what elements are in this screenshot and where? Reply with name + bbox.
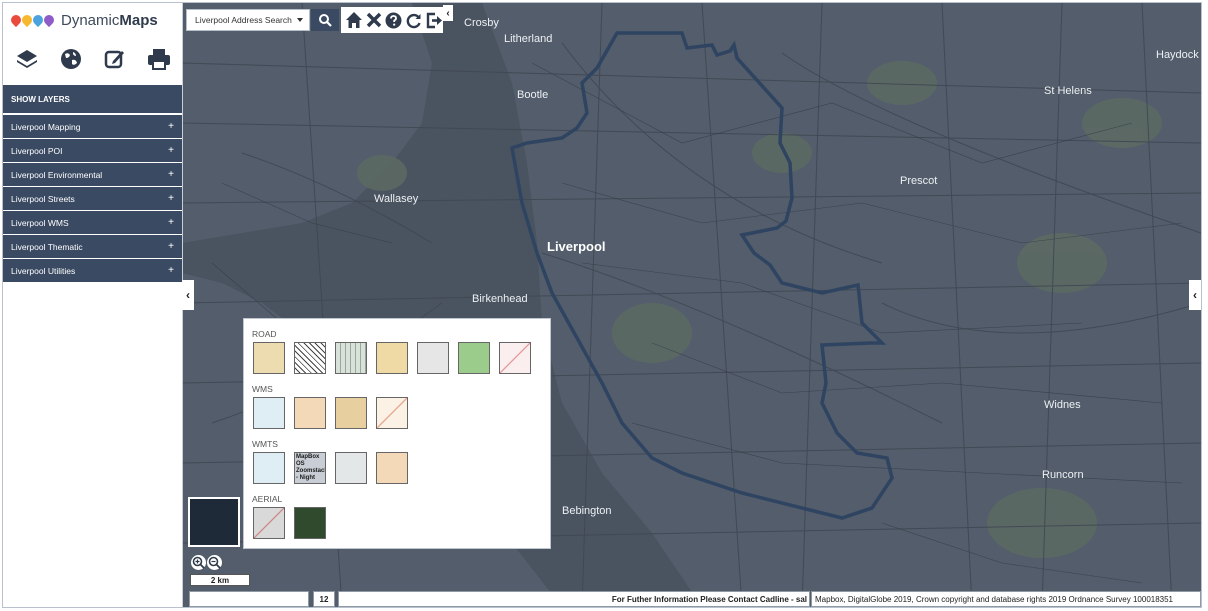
layer-label: Liverpool Mapping xyxy=(11,121,81,132)
basemap-tile[interactable] xyxy=(253,507,285,539)
basemap-tile[interactable] xyxy=(253,397,285,429)
basemap-tile[interactable] xyxy=(294,507,326,539)
layer-label: Liverpool Environmental xyxy=(11,169,103,180)
globe-icon[interactable] xyxy=(57,45,85,73)
place-label: Crosby xyxy=(464,17,499,29)
logo-pin xyxy=(41,12,57,28)
refresh-icon[interactable] xyxy=(405,11,422,29)
zoom-out-icon[interactable] xyxy=(207,555,222,570)
chevron-left-icon[interactable]: ‹ xyxy=(443,5,453,21)
search-button[interactable] xyxy=(311,9,339,31)
expand-icon[interactable]: + xyxy=(168,217,174,228)
basemap-tile[interactable] xyxy=(294,342,326,374)
expand-icon[interactable]: + xyxy=(168,241,174,252)
basemap-tile[interactable] xyxy=(499,342,531,374)
layer-label: Liverpool Streets xyxy=(11,193,75,204)
section-title: WMS xyxy=(252,384,273,394)
zoom-in-icon[interactable] xyxy=(191,555,206,570)
scale-bar: 2 km xyxy=(190,574,250,586)
layer-label: Liverpool WMS xyxy=(11,217,69,228)
expand-right-panel-button[interactable]: ‹ xyxy=(1189,280,1201,310)
coordinate-field xyxy=(189,591,309,607)
app-logo: DynamicMaps xyxy=(8,9,158,31)
layer-item[interactable]: Liverpool Environmental + xyxy=(3,163,182,187)
place-label: St Helens xyxy=(1044,85,1092,97)
basemap-tile[interactable] xyxy=(335,342,367,374)
basemap-tile[interactable] xyxy=(335,397,367,429)
map-toolbar xyxy=(341,7,443,33)
expand-icon[interactable]: + xyxy=(168,169,174,180)
place-label: Bootle xyxy=(517,89,549,101)
print-icon[interactable] xyxy=(145,45,173,73)
basemap-tile[interactable] xyxy=(376,342,408,374)
logo-text: DynamicMaps xyxy=(61,11,158,29)
search-value: Liverpool Address Search xyxy=(195,15,292,25)
overview-map[interactable] xyxy=(188,497,240,547)
place-label: Widnes xyxy=(1044,399,1081,411)
place-label: Bebington xyxy=(562,505,612,517)
tool-row xyxy=(13,45,173,73)
logout-icon[interactable] xyxy=(425,11,443,29)
basemap-tile[interactable] xyxy=(253,452,285,484)
basemap-tile[interactable] xyxy=(458,342,490,374)
contact-ticker: For Futher Information Please Contact Ca… xyxy=(338,591,810,607)
tile-label: MapBox OS Zoomstack - Night xyxy=(296,454,326,481)
collapse-sidebar-button[interactable]: ‹ xyxy=(182,280,194,310)
sidebar: DynamicMaps SHOW LAYERS Liverpool Mappin… xyxy=(3,3,183,607)
help-icon[interactable] xyxy=(385,11,402,29)
basemap-tile[interactable] xyxy=(294,397,326,429)
show-layers-header[interactable]: SHOW LAYERS xyxy=(3,85,182,113)
chevron-down-icon xyxy=(297,18,303,22)
basemap-tile[interactable] xyxy=(376,452,408,484)
expand-icon[interactable]: + xyxy=(168,265,174,276)
layer-label: Liverpool Thematic xyxy=(11,241,83,252)
layers-icon[interactable] xyxy=(13,45,41,73)
layer-item[interactable]: Liverpool Utilities + xyxy=(3,259,182,283)
basemap-tile[interactable] xyxy=(335,452,367,484)
close-icon[interactable] xyxy=(366,11,382,29)
section-title: WMTS xyxy=(252,439,278,449)
layer-item[interactable]: Liverpool Mapping + xyxy=(3,115,182,139)
place-label: Liverpool xyxy=(547,239,606,254)
place-label: Prescot xyxy=(900,175,938,187)
basemap-tile[interactable] xyxy=(253,342,285,374)
basemap-tile[interactable] xyxy=(376,397,408,429)
place-label: Haydock xyxy=(1156,49,1199,61)
home-icon[interactable] xyxy=(345,11,363,29)
layer-item[interactable]: Liverpool Streets + xyxy=(3,187,182,211)
expand-icon[interactable]: + xyxy=(168,145,174,156)
layer-list: Liverpool Mapping + Liverpool POI + Liverp… xyxy=(3,115,182,283)
place-label: Runcorn xyxy=(1042,469,1084,481)
logo-pins xyxy=(8,12,57,28)
basemap-tile[interactable]: MapBox OS Zoomstack - Night xyxy=(294,452,326,484)
basemap-selector: ROAD WMS WMTS MapBox OS Zoomstack - Nigh… xyxy=(243,318,551,549)
app-window: Crosby Litherland Bootle Wallasey Liverp… xyxy=(2,2,1202,608)
layer-label: Liverpool POI xyxy=(11,145,63,156)
zoom-level: 12 xyxy=(313,591,335,607)
layer-item[interactable]: Liverpool Thematic + xyxy=(3,235,182,259)
section-title: ROAD xyxy=(252,329,277,339)
attribution: Mapbox, DigitalGlobe 2019, Crown copyrig… xyxy=(811,591,1201,607)
basemap-tile[interactable] xyxy=(417,342,449,374)
edit-icon[interactable] xyxy=(101,45,129,73)
place-label: Wallasey xyxy=(374,193,419,205)
place-label: Litherland xyxy=(504,33,553,45)
section-title: AERIAL xyxy=(252,494,283,504)
place-label: Birkenhead xyxy=(472,293,528,305)
layer-item[interactable]: Liverpool POI + xyxy=(3,139,182,163)
expand-icon[interactable]: + xyxy=(168,193,174,204)
expand-icon[interactable]: + xyxy=(168,121,174,132)
layer-item[interactable]: Liverpool WMS + xyxy=(3,211,182,235)
layer-label: Liverpool Utilities xyxy=(11,265,76,276)
address-search-select[interactable]: Liverpool Address Search xyxy=(186,9,310,31)
search-icon xyxy=(319,14,332,27)
